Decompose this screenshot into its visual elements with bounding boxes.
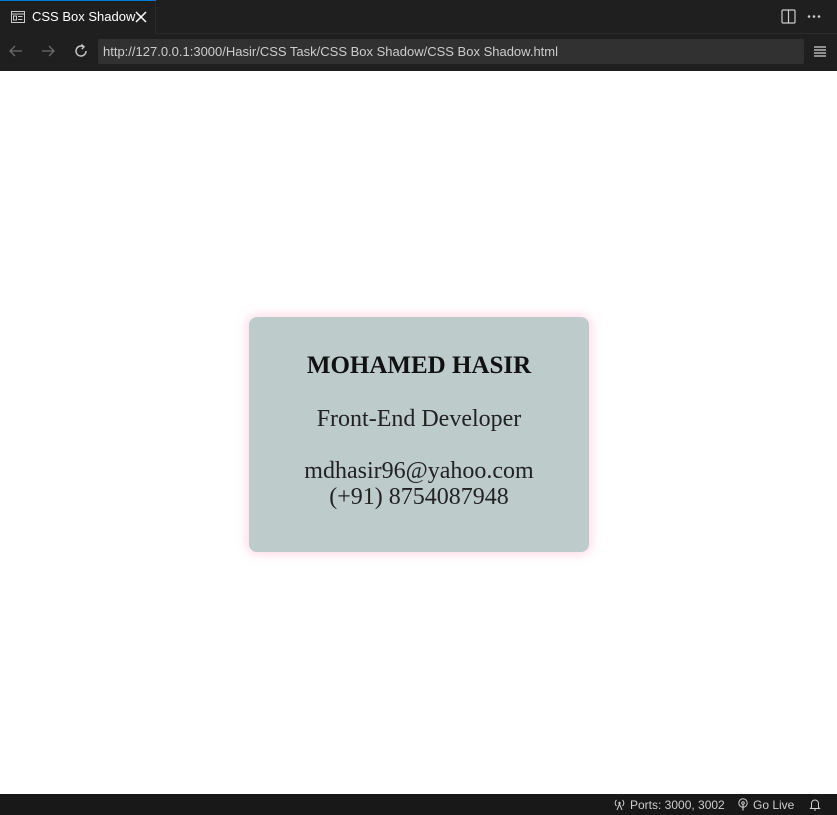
broadcast-live-icon [738, 798, 748, 811]
go-live-label: Go Live [753, 797, 795, 812]
tab-active-indicator [0, 0, 156, 1]
ports-label: Ports: 3000, 3002 [630, 797, 725, 812]
notifications-button[interactable] [809, 794, 825, 815]
tab-css-box-shadow[interactable]: CSS Box Shadow [0, 0, 156, 34]
browser-toolbar: http://127.0.0.1:3000/Hasir/CSS Task/CSS… [0, 34, 837, 71]
url-input[interactable]: http://127.0.0.1:3000/Hasir/CSS Task/CSS… [98, 39, 804, 64]
page-viewport: MOHAMED HASIR Front-End Developer mdhasi… [0, 71, 837, 794]
arrow-left-icon[interactable] [7, 42, 25, 60]
profile-card: MOHAMED HASIR Front-End Developer mdhasi… [249, 317, 589, 552]
url-text: http://127.0.0.1:3000/Hasir/CSS Task/CSS… [103, 44, 559, 59]
card-role: Front-End Developer [316, 406, 522, 432]
card-phone: (+91) 8754087948 [329, 484, 509, 510]
status-bar: Ports: 3000, 3002 Go Live [0, 794, 837, 815]
tab-title: CSS Box Shadow [32, 9, 136, 24]
preview-icon [11, 11, 25, 23]
bell-icon [809, 799, 821, 811]
ports-status[interactable]: Ports: 3000, 3002 [613, 794, 725, 815]
card-email: mdhasir96@yahoo.com [304, 458, 534, 484]
hamburger-menu-icon[interactable] [812, 43, 828, 59]
close-icon[interactable] [134, 10, 148, 24]
reload-icon[interactable] [72, 42, 90, 60]
go-live-button[interactable]: Go Live [737, 794, 794, 815]
tab-bar: CSS Box Shadow [0, 0, 837, 34]
split-editor-icon[interactable] [781, 9, 796, 24]
arrow-right-icon[interactable] [39, 42, 57, 60]
more-actions-icon[interactable] [806, 9, 822, 24]
card-name: MOHAMED HASIR [306, 352, 532, 379]
broadcast-icon [614, 799, 625, 811]
